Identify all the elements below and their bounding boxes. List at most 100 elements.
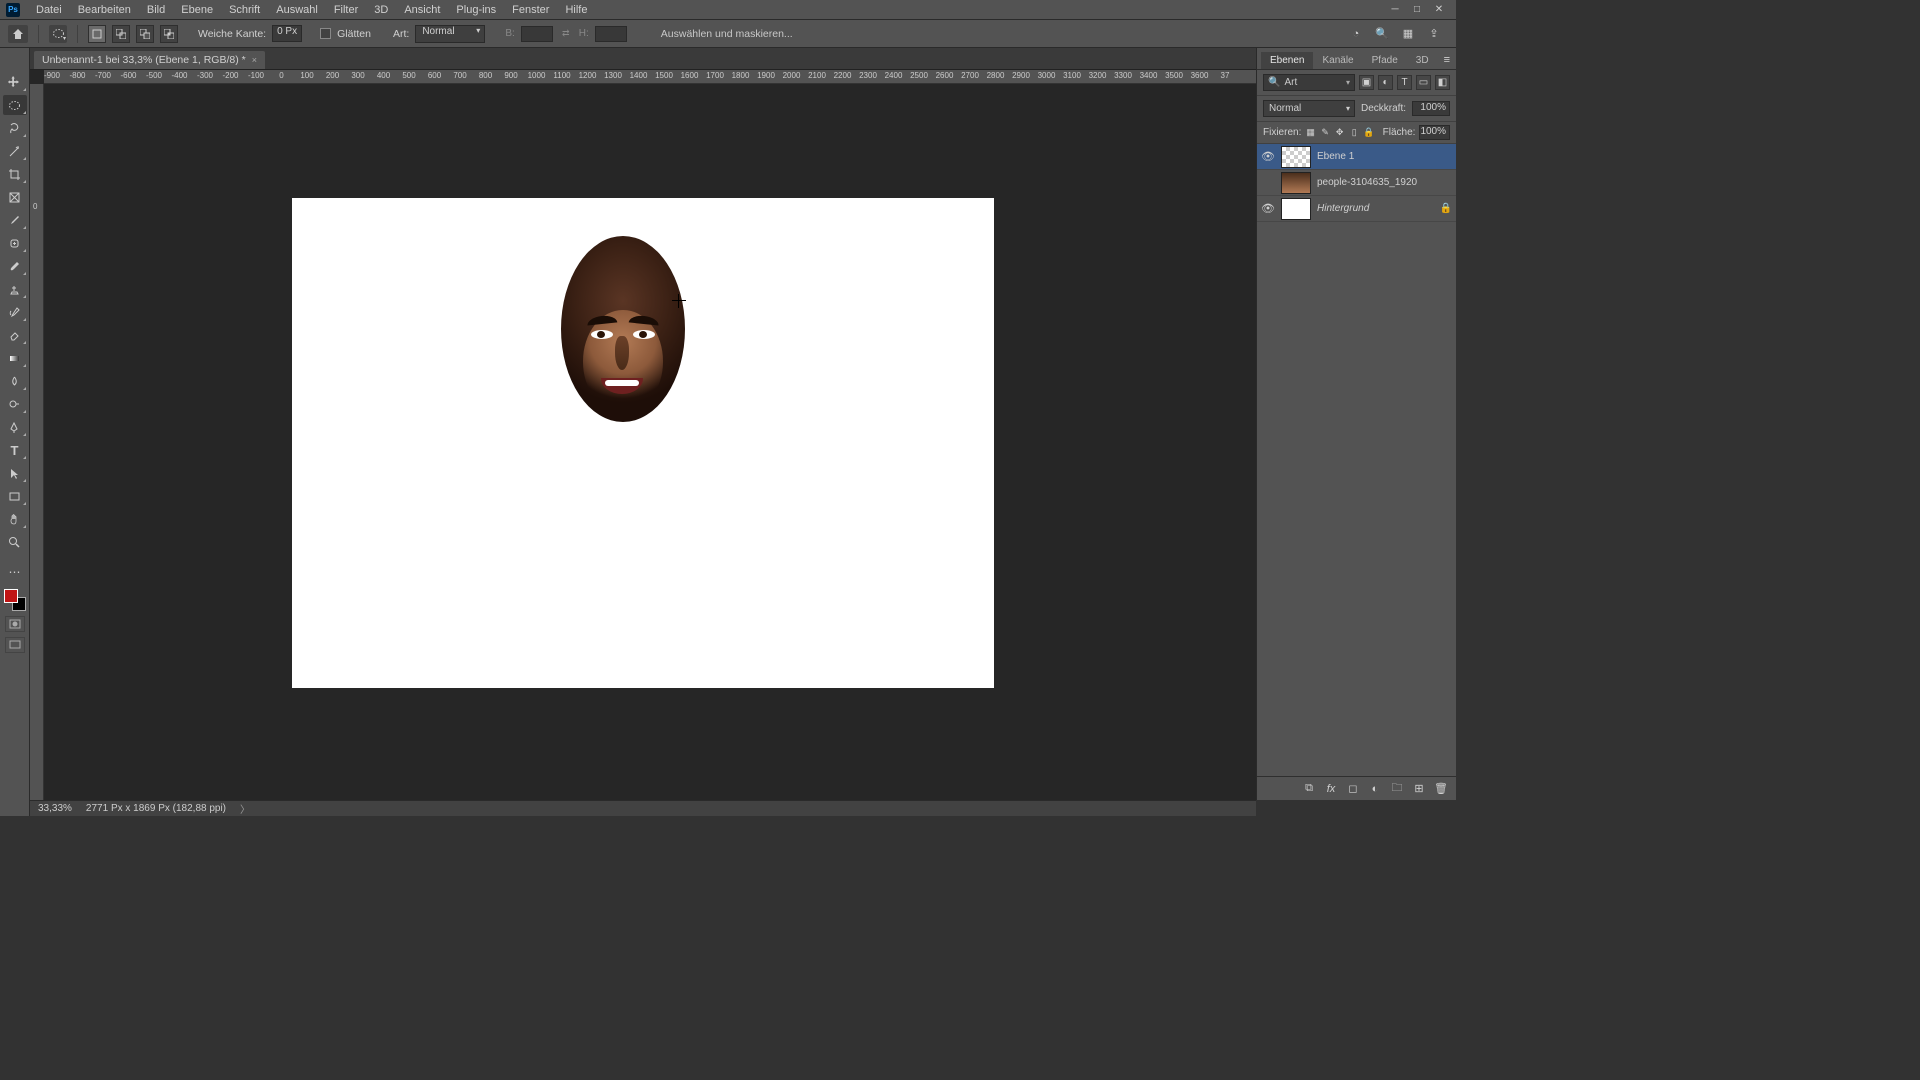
selection-mode-add[interactable] [112, 25, 130, 43]
vertical-ruler[interactable]: 0 [30, 84, 44, 800]
foreground-color[interactable] [4, 589, 18, 603]
menu-ansicht[interactable]: Ansicht [396, 2, 448, 18]
layer-fx-icon[interactable]: fx [1324, 783, 1338, 795]
layer-name[interactable]: Hintergrund [1317, 203, 1434, 214]
layer-row[interactable]: people-3104635_1920 [1257, 170, 1456, 196]
layer-visibility-toggle[interactable]: 👁 [1261, 150, 1275, 163]
tab-paths[interactable]: Pfade [1363, 52, 1407, 69]
lock-position-icon[interactable]: ✥ [1334, 126, 1345, 140]
layer-mask-icon[interactable]: ◻ [1346, 782, 1360, 795]
lock-all-icon[interactable]: 🔒 [1363, 126, 1374, 140]
delete-layer-icon[interactable]: 🗑 [1434, 782, 1448, 795]
color-swatches[interactable] [4, 589, 26, 611]
status-chevron-icon[interactable]: 〉 [240, 801, 250, 816]
doc-info-readout[interactable]: 2771 Px x 1869 Px (182,88 ppi) [86, 803, 226, 814]
menu-hilfe[interactable]: Hilfe [557, 2, 595, 18]
layer-name[interactable]: Ebene 1 [1317, 151, 1452, 162]
cloud-docs-icon[interactable]: ◔ [1348, 26, 1364, 42]
brush-tool[interactable] [3, 256, 27, 276]
blur-tool[interactable] [3, 371, 27, 391]
artboard[interactable] [292, 198, 994, 688]
antialias-checkbox[interactable] [320, 28, 331, 39]
clone-stamp-tool[interactable] [3, 279, 27, 299]
menu-fenster[interactable]: Fenster [504, 2, 557, 18]
adjustment-layer-icon[interactable]: ◐ [1368, 783, 1382, 795]
horizontal-ruler[interactable]: -900-800-700-600-500-400-300-200-1000100… [44, 70, 1256, 84]
menu-bild[interactable]: Bild [139, 2, 173, 18]
select-and-mask-button[interactable]: Auswählen und maskieren... [655, 25, 799, 43]
minimize-button[interactable]: ─ [1384, 1, 1406, 19]
share-icon[interactable]: ⇪ [1426, 26, 1442, 42]
path-selection-tool[interactable] [3, 463, 27, 483]
marquee-tool[interactable] [3, 95, 27, 115]
layer-row[interactable]: 👁 Ebene 1 [1257, 144, 1456, 170]
layer-group-icon[interactable]: 🗀 [1390, 779, 1404, 798]
layer-name[interactable]: people-3104635_1920 [1317, 177, 1452, 188]
blend-mode-select[interactable]: Normal [1263, 100, 1355, 117]
home-button[interactable] [8, 25, 28, 43]
link-layers-icon[interactable]: ⧉ [1302, 782, 1316, 795]
move-tool[interactable] [3, 72, 27, 92]
workspace-icon[interactable]: ▦ [1400, 26, 1416, 42]
layer-thumbnail[interactable] [1281, 146, 1311, 168]
selection-mode-subtract[interactable] [136, 25, 154, 43]
dodge-tool[interactable] [3, 394, 27, 414]
crop-tool[interactable] [3, 164, 27, 184]
edit-toolbar-button[interactable]: ⋯ [3, 562, 27, 582]
tab-3d[interactable]: 3D [1407, 52, 1438, 69]
lock-artboard-icon[interactable]: ▯ [1349, 126, 1360, 140]
type-tool[interactable]: T [3, 440, 27, 460]
close-tab-button[interactable]: × [252, 55, 257, 65]
magic-wand-tool[interactable] [3, 141, 27, 161]
lock-transparency-icon[interactable]: ▦ [1305, 126, 1316, 140]
new-layer-icon[interactable]: ⊞ [1412, 782, 1426, 795]
menu-bearbeiten[interactable]: Bearbeiten [70, 2, 139, 18]
style-select[interactable]: Normal [415, 25, 485, 43]
close-window-button[interactable]: ✕ [1428, 1, 1450, 19]
zoom-readout[interactable]: 33,33% [38, 803, 72, 814]
menu-schrift[interactable]: Schrift [221, 2, 268, 18]
zoom-tool[interactable] [3, 532, 27, 552]
quick-mask-button[interactable] [5, 616, 25, 632]
menu-auswahl[interactable]: Auswahl [268, 2, 326, 18]
fill-input[interactable]: 100% [1419, 125, 1450, 140]
panel-menu-button[interactable]: ≡ [1438, 51, 1456, 69]
search-icon[interactable]: 🔍 [1374, 26, 1390, 42]
frame-tool[interactable] [3, 187, 27, 207]
eraser-tool[interactable] [3, 325, 27, 345]
hand-tool[interactable] [3, 509, 27, 529]
layer-filter-search[interactable]: 🔍 Art [1263, 74, 1355, 91]
healing-brush-tool[interactable] [3, 233, 27, 253]
menu-datei[interactable]: Datei [28, 2, 70, 18]
lock-pixels-icon[interactable]: ✎ [1320, 126, 1331, 140]
gradient-tool[interactable] [3, 348, 27, 368]
rectangle-tool[interactable] [3, 486, 27, 506]
filter-type-icon[interactable]: T [1397, 75, 1412, 90]
filter-adjust-icon[interactable]: ◐ [1378, 75, 1393, 90]
layer-thumbnail[interactable] [1281, 198, 1311, 220]
selection-mode-new[interactable] [88, 25, 106, 43]
tab-layers[interactable]: Ebenen [1261, 52, 1313, 69]
layer-thumbnail[interactable] [1281, 172, 1311, 194]
canvas-viewport[interactable] [44, 84, 1256, 800]
selection-mode-intersect[interactable] [160, 25, 178, 43]
lasso-tool[interactable] [3, 118, 27, 138]
opacity-input[interactable]: 100% [1412, 101, 1450, 116]
current-tool-indicator[interactable]: ▾ [49, 25, 67, 43]
screen-mode-button[interactable] [5, 637, 25, 653]
filter-shape-icon[interactable]: ▭ [1416, 75, 1431, 90]
filter-smart-icon[interactable]: ◧ [1435, 75, 1450, 90]
layer-visibility-toggle[interactable]: 👁 [1261, 202, 1275, 215]
tab-channels[interactable]: Kanäle [1313, 52, 1362, 69]
feather-input[interactable]: 0 Px [272, 25, 302, 42]
filter-pixel-icon[interactable]: ▣ [1359, 75, 1374, 90]
menu-filter[interactable]: Filter [326, 2, 366, 18]
layer-row[interactable]: 👁Hintergrund🔒 [1257, 196, 1456, 222]
menu-plug-ins[interactable]: Plug-ins [448, 2, 504, 18]
history-brush-tool[interactable] [3, 302, 27, 322]
eyedropper-tool[interactable] [3, 210, 27, 230]
pen-tool[interactable] [3, 417, 27, 437]
maximize-button[interactable]: □ [1406, 1, 1428, 19]
document-tab[interactable]: Unbenannt-1 bei 33,3% (Ebene 1, RGB/8) *… [34, 51, 265, 69]
menu-3d[interactable]: 3D [366, 2, 396, 18]
